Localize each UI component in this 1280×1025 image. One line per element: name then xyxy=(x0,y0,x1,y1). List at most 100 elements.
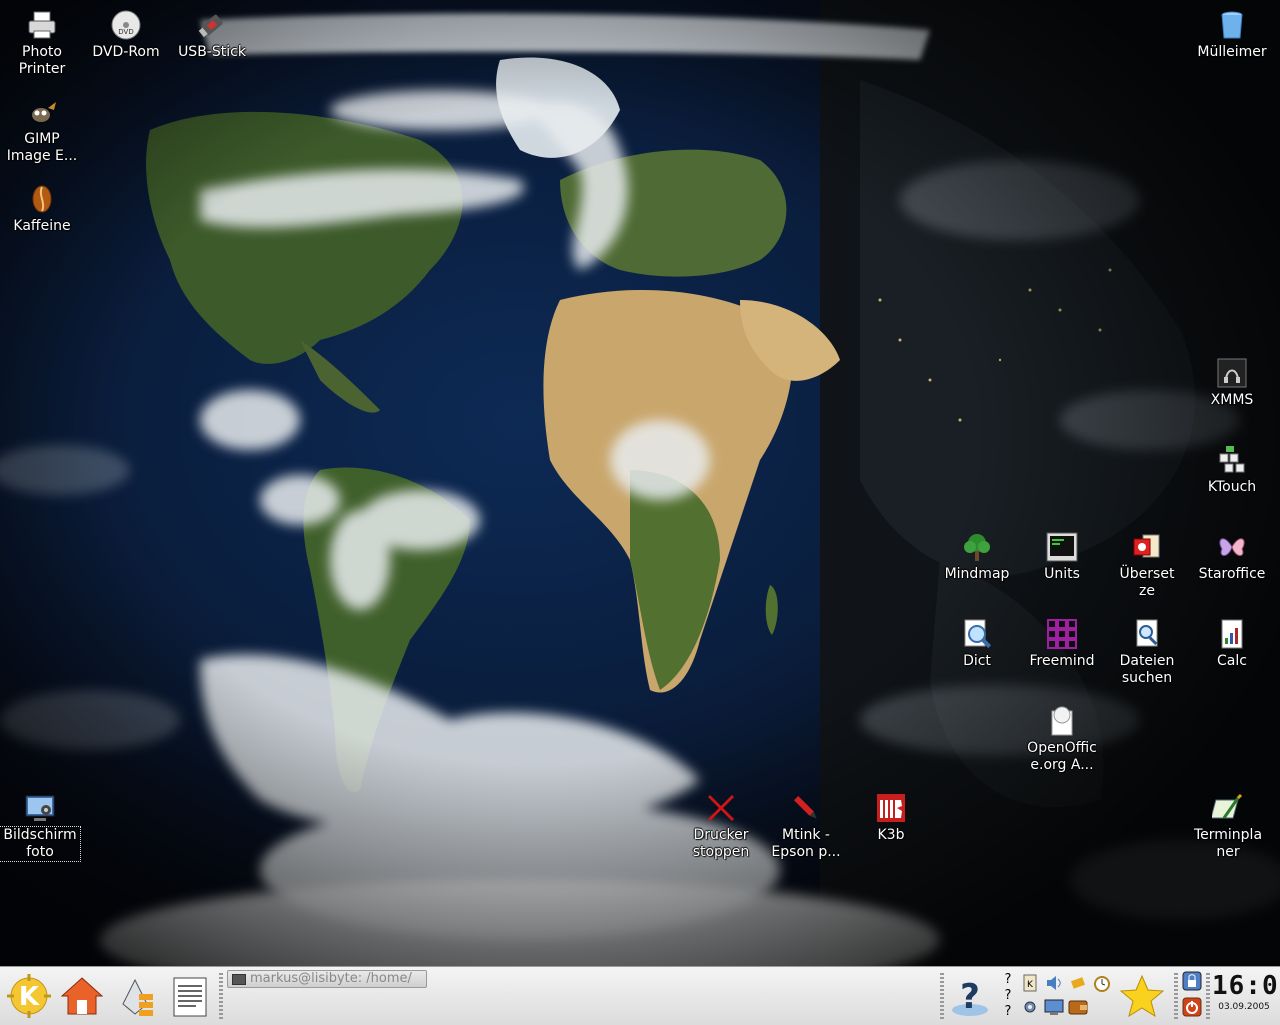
desktop-icon-label: Mülleimer xyxy=(1197,44,1267,60)
file-search-icon xyxy=(1130,617,1164,651)
desktop-icon-staroffice[interactable]: Staroffice xyxy=(1190,530,1274,583)
desktop-icon-units[interactable]: Units xyxy=(1020,530,1104,583)
kwallet-icon[interactable] xyxy=(1068,997,1088,1017)
desktop-icon-usb-stick[interactable]: USB-Stick xyxy=(170,8,254,61)
taskbar-item-terminal[interactable]: markus@lisibyte: /home/ xyxy=(227,970,427,988)
k3b-icon xyxy=(874,791,908,825)
desktop-icon-k3b[interactable]: K3b xyxy=(849,791,933,844)
xmms-icon xyxy=(1215,356,1249,390)
desktop-icon-bildschirmfoto[interactable]: Bildschirm foto xyxy=(0,791,81,862)
desktop-icon-label: Mindmap xyxy=(944,566,1010,582)
k-menu-button[interactable]: K xyxy=(5,971,53,1021)
screenshot-icon xyxy=(23,791,57,825)
desktop-icon-label: XMMS xyxy=(1210,392,1254,408)
desktop-icon-photo-printer[interactable]: Photo Printer xyxy=(0,8,84,78)
desktop-icon-gimp[interactable]: GIMP Image E... xyxy=(0,95,84,165)
desktop-icon-freemind[interactable]: Freemind xyxy=(1020,617,1104,670)
desktop-icon-kaffeine[interactable]: Kaffeine xyxy=(0,182,84,235)
panel-clock[interactable]: 16:03 03.09.2005 xyxy=(1212,971,1280,1021)
desktop-icon-mtink[interactable]: Mtink - Epson p... xyxy=(764,791,848,861)
desktop-icon-label: Mtink - Epson p... xyxy=(771,827,841,860)
desktop-icon-dict[interactable]: Dict xyxy=(935,617,1019,670)
svg-text:DVD: DVD xyxy=(118,28,133,36)
butterfly-icon xyxy=(1215,530,1249,564)
desktop-icon-muelleimer[interactable]: Mülleimer xyxy=(1190,8,1274,61)
calendar-icon xyxy=(1211,791,1245,825)
terminal-icon xyxy=(1045,530,1079,564)
home-button[interactable] xyxy=(58,971,106,1021)
desktop-icon-label: Dateien suchen xyxy=(1119,653,1175,686)
desktop-icon-label: Terminpla ner xyxy=(1193,827,1263,860)
printer-icon xyxy=(25,8,59,42)
desktop-icon-label: Photo Printer xyxy=(18,44,66,77)
pen-icon xyxy=(789,791,823,825)
favorites-button[interactable] xyxy=(1118,971,1166,1021)
desktop-icon-label: USB-Stick xyxy=(178,44,246,60)
desktop-icon-label: Kaffeine xyxy=(13,218,71,234)
panel-separator xyxy=(219,973,223,1019)
svg-text:?: ? xyxy=(960,977,980,1017)
desktop-icon-uebersetze[interactable]: Überset ze xyxy=(1105,530,1189,600)
panel-separator xyxy=(1174,973,1178,1019)
kde-panel: K markus@lisibyte: /home/ ? ? ? ? K 16:0… xyxy=(0,966,1280,1025)
desktop-icon-calc[interactable]: Calc xyxy=(1190,617,1274,670)
ktouch-icon xyxy=(1215,443,1249,477)
desktop-icon-label: Freemind xyxy=(1029,653,1095,669)
k-menu-icon: K xyxy=(7,974,51,1018)
panel-separator xyxy=(1206,973,1210,1019)
desktop-icon-terminplaner[interactable]: Terminpla ner xyxy=(1186,791,1270,861)
alarm-clock-icon[interactable] xyxy=(1092,973,1112,993)
mindmap-icon xyxy=(960,530,994,564)
desktop-wallpaper[interactable] xyxy=(0,0,1280,966)
desktop-icon-label: Drucker stoppen xyxy=(692,827,750,860)
logout-icon[interactable] xyxy=(1182,997,1202,1017)
red-x-icon xyxy=(704,791,738,825)
desktop-icon-ktouch[interactable]: KTouch xyxy=(1190,443,1274,496)
terminal-small-icon xyxy=(232,974,246,985)
desktop-icon-label: KTouch xyxy=(1207,479,1257,495)
desktop-icon-label: OpenOffic e.org A... xyxy=(1027,740,1097,773)
korganizer-alarm-icon[interactable] xyxy=(1068,973,1088,993)
konqueror-icon xyxy=(122,978,153,1016)
klipper-icon[interactable]: K xyxy=(1020,973,1040,993)
desktop-icon-label: Units xyxy=(1044,566,1080,582)
svg-text:K: K xyxy=(19,982,40,1012)
trash-icon xyxy=(1215,8,1249,42)
lock-screen-icon[interactable] xyxy=(1182,971,1202,991)
konqueror-button[interactable] xyxy=(111,971,159,1021)
grid-icon xyxy=(1045,617,1079,651)
volume-icon[interactable] xyxy=(1044,973,1064,993)
desktop-icon-label: DVD-Rom xyxy=(92,44,160,60)
desktop-icon-label: Staroffice xyxy=(1198,566,1266,582)
kaffeine-icon xyxy=(25,182,59,216)
panel-separator xyxy=(940,973,944,1019)
spreadsheet-icon xyxy=(1215,617,1249,651)
desktop-icon-openoffice[interactable]: OpenOffic e.org A... xyxy=(1020,704,1104,774)
help-button[interactable]: ? xyxy=(946,971,994,1021)
home-icon xyxy=(60,977,104,1015)
desktop-icon-label: Dict xyxy=(963,653,991,669)
desktop-icon-label: K3b xyxy=(877,827,905,843)
settings-gear-icon[interactable] xyxy=(1020,997,1040,1017)
desktop-icon-label: Bildschirm foto xyxy=(0,826,81,862)
desktop-icon-label: Calc xyxy=(1217,653,1247,669)
clock-date: 03.09.2005 xyxy=(1218,1002,1270,1012)
world-map-image xyxy=(0,0,1280,966)
help-icon: ? xyxy=(952,977,988,1017)
translate-icon xyxy=(1130,530,1164,564)
taskbar-item-label: markus@lisibyte: /home/ xyxy=(250,971,412,986)
desktop-icon-label: Überset ze xyxy=(1119,566,1175,599)
desktop-icon-dateien-suchen[interactable]: Dateien suchen xyxy=(1105,617,1189,687)
display-icon[interactable] xyxy=(1044,997,1064,1017)
openoffice-icon xyxy=(1045,704,1079,738)
desktop-icon-mindmap[interactable]: Mindmap xyxy=(935,530,1019,583)
desktop-icon-dvd-rom[interactable]: DVD DVD-Rom xyxy=(84,8,168,61)
magnifier-icon xyxy=(960,617,994,651)
kword-button[interactable] xyxy=(166,971,214,1021)
star-icon xyxy=(1119,974,1165,1018)
desktop-icon-label: GIMP Image E... xyxy=(6,131,78,164)
desktop-icon-xmms[interactable]: XMMS xyxy=(1190,356,1274,409)
desktop-icon-drucker-stoppen[interactable]: Drucker stoppen xyxy=(679,791,763,861)
help-small-icon[interactable]: ? xyxy=(998,1001,1018,1021)
usb-stick-icon xyxy=(195,8,229,42)
